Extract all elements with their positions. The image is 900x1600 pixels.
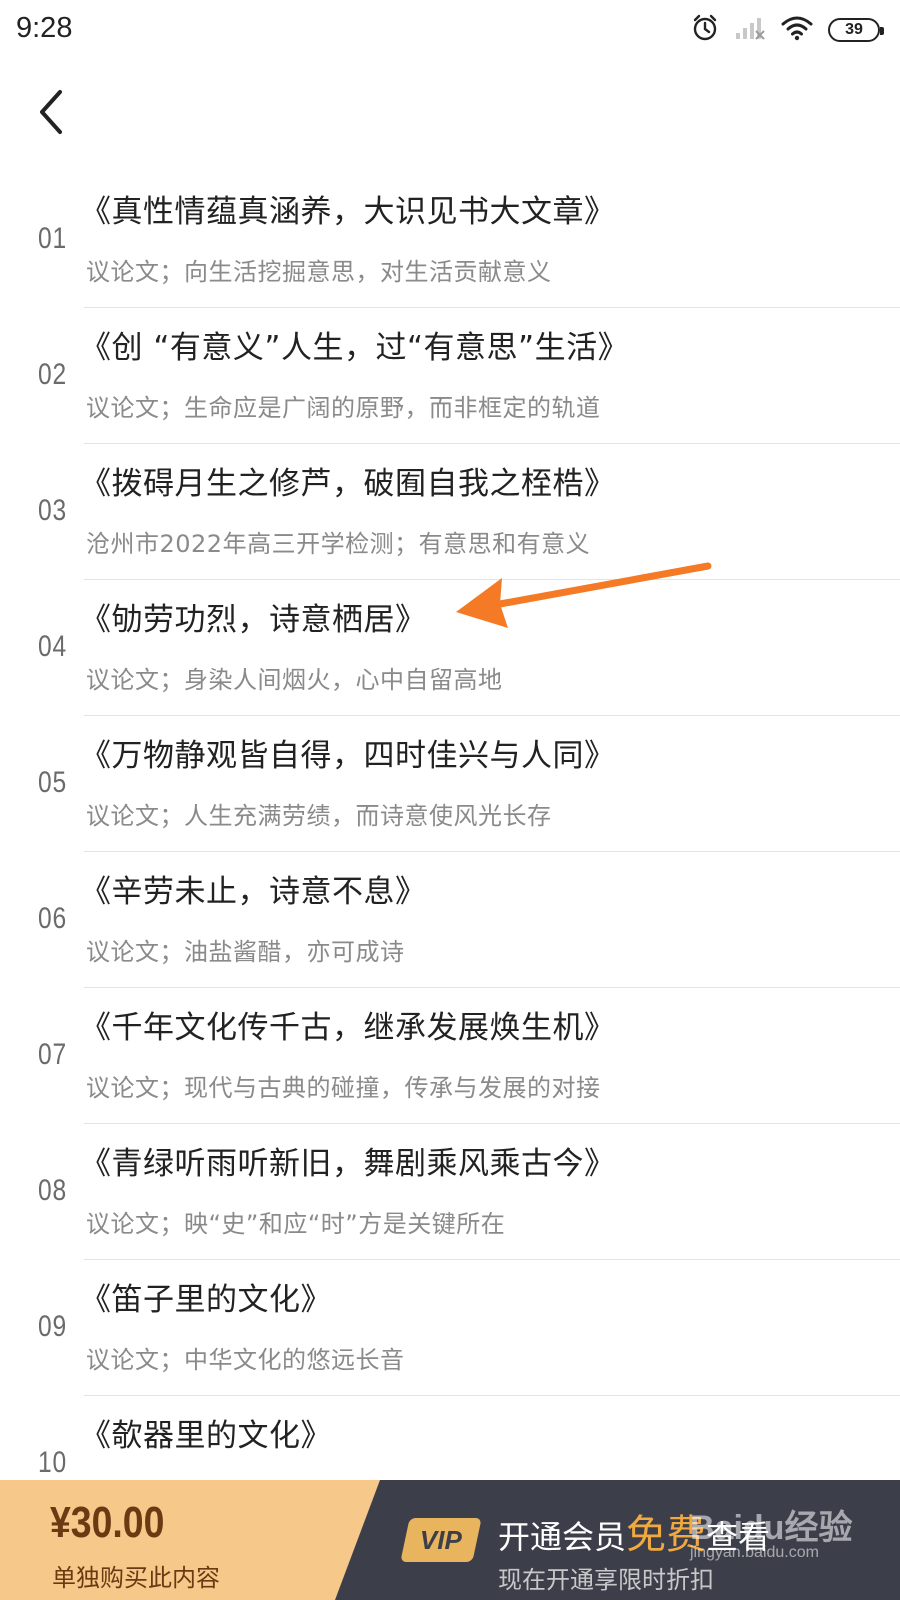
vip-headline: 开通会员免费查看 <box>498 1502 770 1560</box>
purchase-bar: ¥30.00 单独购买此内容 VIP 开通会员免费查看 现在开通享限时折扣 <box>0 1480 900 1600</box>
chapter-item-09[interactable]: 09 《笛子里的文化》 议论文；中华文化的悠远长音 <box>0 1260 900 1396</box>
chapter-title: 《拨碍月生之修芦，破囿自我之桎梏》 <box>80 466 616 502</box>
chapter-title: 《万物静观皆自得，四时佳兴与人同》 <box>80 738 616 774</box>
chapter-number: 02 <box>38 358 68 391</box>
chapter-item-01[interactable]: 01 《真性情蕴真涵养，大识见书大文章》 议论文；向生活挖掘意思，对生活贡献意义 <box>0 172 900 308</box>
chapter-item-05[interactable]: 05 《万物静观皆自得，四时佳兴与人同》 议论文；人生充满劳绩，而诗意使风光长存 <box>0 716 900 852</box>
chapter-subtitle: 议论文；向生活挖掘意思，对生活贡献意义 <box>86 258 552 286</box>
vip-text-post: 查看 <box>706 1518 771 1556</box>
chapter-item-03[interactable]: 03 《拨碍月生之修芦，破囿自我之桎梏》 沧州市2022年高三开学检测；有意思和… <box>0 444 900 580</box>
chapter-subtitle: 议论文；身染人间烟火，心中自留高地 <box>86 666 503 694</box>
chapter-subtitle: 议论文；现代与古典的碰撞，传承与发展的对接 <box>86 1074 601 1102</box>
signal-icon <box>734 15 766 45</box>
chapter-title: 《欹器里的文化》 <box>80 1418 332 1454</box>
chapter-subtitle: 议论文；生命应是广阔的原野，而非框定的轨道 <box>86 394 601 422</box>
chapter-title: 《劬劳功烈，诗意栖居》 <box>80 602 427 638</box>
alarm-icon <box>690 13 720 47</box>
buy-label: 单独购买此内容 <box>52 1564 220 1592</box>
battery-icon: 39 <box>828 18 884 42</box>
vip-text-pre: 开通会员 <box>498 1518 627 1556</box>
vip-badge-text: VIP <box>420 1524 462 1555</box>
chapter-title: 《创 “有意义”人生，过“有意思”生活》 <box>80 330 630 366</box>
chapter-subtitle: 议论文；映“史”和应“时”方是关键所在 <box>86 1210 506 1238</box>
buy-single-button[interactable]: ¥30.00 单独购买此内容 <box>0 1480 380 1600</box>
chapter-number: 03 <box>38 494 68 527</box>
chapter-number: 06 <box>38 902 68 935</box>
chapter-list: 01 《真性情蕴真涵养，大识见书大文章》 议论文；向生活挖掘意思，对生活贡献意义… <box>0 172 900 1532</box>
chapter-item-08[interactable]: 08 《青绿听雨听新旧，舞剧乘风乘古今》 议论文；映“史”和应“时”方是关键所在 <box>0 1124 900 1260</box>
status-icons: 39 <box>690 13 884 47</box>
chapter-subtitle: 议论文；人生充满劳绩，而诗意使风光长存 <box>86 802 552 830</box>
vip-badge-icon: VIP <box>400 1518 482 1562</box>
wifi-icon <box>780 15 814 45</box>
chapter-subtitle: 议论文；中华文化的悠远长音 <box>86 1346 405 1374</box>
vip-text-highlight: 免费 <box>626 1512 707 1558</box>
vip-subscribe-button[interactable]: VIP 开通会员免费查看 现在开通享限时折扣 <box>335 1480 900 1600</box>
chapter-number: 09 <box>38 1310 68 1343</box>
chapter-title: 《青绿听雨听新旧，舞剧乘风乘古今》 <box>80 1146 616 1182</box>
battery-level: 39 <box>845 21 863 38</box>
chapter-title: 《千年文化传千古，继承发展焕生机》 <box>80 1010 616 1046</box>
status-bar: 9:28 39 <box>0 0 900 60</box>
status-time: 9:28 <box>16 12 73 44</box>
chapter-subtitle: 沧州市2022年高三开学检测；有意思和有意义 <box>86 530 591 558</box>
vip-subtext: 现在开通享限时折扣 <box>498 1566 714 1594</box>
chapter-item-04[interactable]: 04 《劬劳功烈，诗意栖居》 议论文；身染人间烟火，心中自留高地 <box>0 580 900 716</box>
chapter-number: 07 <box>38 1038 68 1071</box>
chapter-number: 01 <box>38 222 68 255</box>
chapter-item-07[interactable]: 07 《千年文化传千古，继承发展焕生机》 议论文；现代与古典的碰撞，传承与发展的… <box>0 988 900 1124</box>
chapter-item-06[interactable]: 06 《辛劳未止，诗意不息》 议论文；油盐酱醋，亦可成诗 <box>0 852 900 988</box>
chapter-title: 《辛劳未止，诗意不息》 <box>80 874 427 910</box>
chapter-title: 《笛子里的文化》 <box>80 1282 332 1318</box>
chevron-left-icon <box>40 90 62 134</box>
back-button[interactable] <box>26 82 76 142</box>
chapter-subtitle: 议论文；油盐酱醋，亦可成诗 <box>86 938 405 966</box>
price-label: ¥30.00 <box>50 1498 165 1547</box>
chapter-number: 05 <box>38 766 68 799</box>
chapter-number: 08 <box>38 1174 68 1207</box>
chapter-title: 《真性情蕴真涵养，大识见书大文章》 <box>80 194 616 230</box>
chapter-number: 10 <box>38 1446 68 1479</box>
chapter-item-02[interactable]: 02 《创 “有意义”人生，过“有意思”生活》 议论文；生命应是广阔的原野，而非… <box>0 308 900 444</box>
chapter-number: 04 <box>38 630 68 663</box>
